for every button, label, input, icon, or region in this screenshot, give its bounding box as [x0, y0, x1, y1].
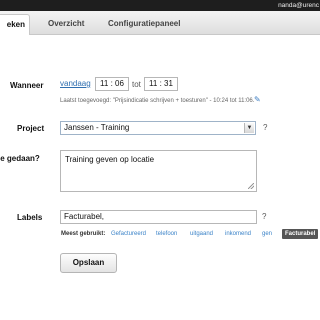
- start-hour: 11: [100, 79, 109, 88]
- start-minute: 06: [115, 79, 124, 88]
- pencil-icon[interactable]: ✎: [254, 95, 261, 104]
- end-hour: 11: [149, 79, 158, 88]
- tab-configuratiepaneel[interactable]: Configuratiepaneel: [108, 14, 180, 35]
- wanneer-label: Wanneer: [10, 81, 44, 90]
- description-label: je gedaan?: [0, 154, 40, 163]
- save-button[interactable]: Opslaan: [60, 253, 117, 273]
- app-window: nanda@urenc eken Overzicht Configuratiep…: [0, 0, 320, 320]
- most-used-label: Meest gebruikt:: [61, 231, 106, 237]
- labels-input[interactable]: Facturabel,: [60, 210, 257, 224]
- description-value: Training geven op locatie: [65, 155, 155, 164]
- top-bar: nanda@urenc: [0, 0, 320, 11]
- suggestion-inkomend[interactable]: inkomend: [225, 231, 251, 237]
- suggestion-telefoon[interactable]: telefoon: [156, 231, 177, 237]
- suggestion-facturabel-active[interactable]: Facturabel: [282, 229, 319, 239]
- project-help-icon[interactable]: ?: [263, 123, 267, 132]
- user-email[interactable]: nanda@urenc: [278, 0, 320, 11]
- last-added-note: Laatst toegevoegd: "Prijsindicatie schri…: [60, 98, 255, 104]
- end-separator: :: [159, 79, 162, 88]
- nav-bar: eken Overzicht Configuratiepaneel: [0, 11, 320, 35]
- suggestion-gen[interactable]: gen: [262, 231, 272, 237]
- resize-grip-icon[interactable]: [248, 183, 254, 189]
- chevron-down-icon[interactable]: ▼: [244, 123, 254, 133]
- labels-help-icon[interactable]: ?: [262, 212, 266, 221]
- tab-overzicht[interactable]: Overzicht: [48, 14, 84, 35]
- labels-input-value: Facturabel,: [64, 212, 105, 221]
- project-label: Project: [17, 124, 45, 133]
- suggestion-uitgaand[interactable]: uitgaand: [190, 231, 213, 237]
- suggestion-gefactureerd[interactable]: Gefactureerd: [111, 231, 146, 237]
- project-selected-value: Janssen - Training: [64, 123, 130, 132]
- start-time-input[interactable]: 11 : 06: [95, 77, 129, 91]
- tab-active[interactable]: eken: [0, 14, 30, 35]
- tot-label: tot: [132, 80, 141, 89]
- description-textarea[interactable]: Training geven op locatie: [60, 150, 257, 192]
- date-today-link[interactable]: vandaag: [60, 79, 91, 88]
- labels-label: Labels: [17, 213, 43, 222]
- project-select[interactable]: Janssen - Training ▼: [60, 121, 256, 135]
- end-minute: 31: [164, 79, 173, 88]
- end-time-input[interactable]: 11 : 31: [144, 77, 178, 91]
- start-separator: :: [110, 79, 113, 88]
